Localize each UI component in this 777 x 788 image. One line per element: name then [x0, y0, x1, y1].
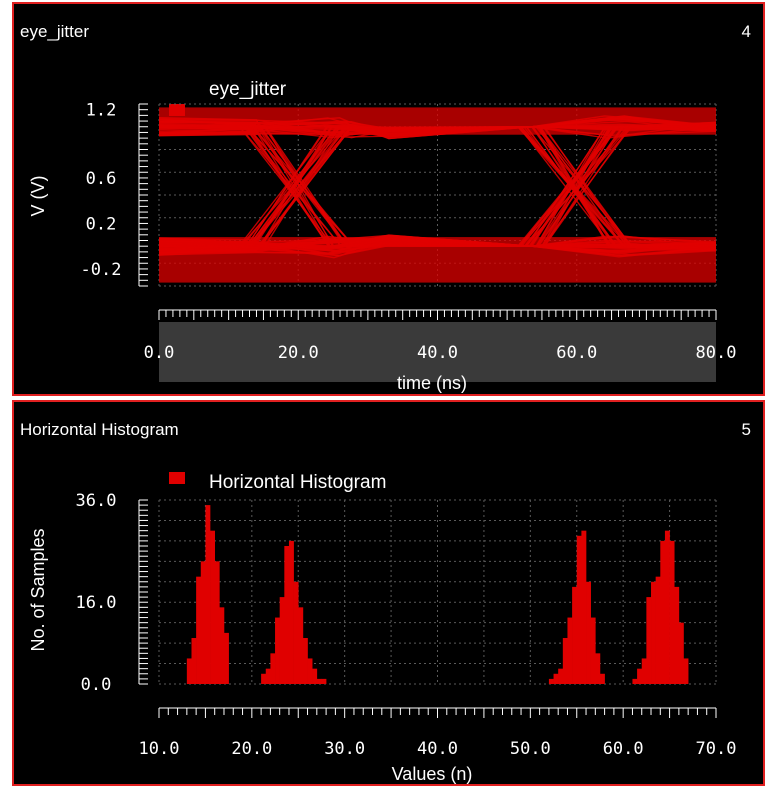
x-tick-label: 0.0 — [144, 343, 175, 363]
x-tick-label: 20.0 — [278, 343, 319, 363]
eye-trace — [158, 117, 717, 247]
y-tick-label: 16.0 — [76, 593, 117, 613]
x-tick-label: 80.0 — [696, 343, 737, 363]
histogram-bar — [548, 678, 554, 684]
histogram-bar — [651, 581, 656, 684]
histogram-bar — [632, 678, 638, 684]
histogram-bar — [200, 561, 206, 684]
y-axis-label: V (V) — [28, 175, 48, 216]
histogram-chart: Horizontal Histogram Values (n) No. of S… — [28, 472, 737, 784]
histogram-bar — [674, 586, 680, 684]
histogram-bar — [275, 617, 280, 684]
histogram-bar — [288, 540, 294, 684]
x-tick-label: 30.0 — [324, 739, 365, 759]
eye-jitter-panel: eye_jitter 4 eye_jitter V (V) 1.2 0.6 0.2-… — [12, 2, 765, 396]
y-tick-label: 0.6 — [86, 169, 117, 189]
histogram-bar — [595, 653, 601, 684]
histogram-panel: Horizontal Histogram 5 Horizontal Histog… — [12, 400, 765, 786]
histogram-bar — [210, 530, 215, 684]
histogram-bar — [284, 546, 290, 684]
x-axis-label: Values (n) — [392, 764, 473, 784]
histogram-bar — [590, 617, 596, 684]
histogram-bar — [664, 530, 670, 684]
histogram-bar — [279, 597, 285, 684]
y-tick-label: -0.2 — [81, 260, 122, 280]
low-level-band — [159, 237, 716, 283]
histogram-bar — [669, 540, 675, 684]
histogram-bar — [655, 576, 661, 684]
x-tick-label: 60.0 — [603, 739, 644, 759]
histogram-bar — [678, 622, 684, 684]
x-tick-label: 60.0 — [556, 343, 597, 363]
eye-trace — [158, 122, 717, 251]
histogram-bar — [191, 638, 197, 684]
histogram-bar — [576, 535, 582, 684]
histogram-bar — [312, 668, 318, 684]
legend-label: Horizontal Histogram — [209, 472, 386, 493]
x-tick-label: 10.0 — [139, 739, 180, 759]
histogram-bar — [641, 658, 647, 684]
histogram-bar — [298, 607, 304, 684]
histogram-bar — [553, 673, 559, 684]
histogram-bar — [637, 668, 643, 684]
histogram-bar — [223, 632, 229, 684]
histogram-bar — [316, 678, 322, 684]
histogram-bar — [219, 607, 225, 684]
high-level-band — [159, 107, 716, 135]
legend-label: eye_jitter — [209, 79, 287, 100]
histogram-bar — [572, 586, 578, 684]
histogram-bar — [558, 668, 564, 684]
eye-trace — [158, 124, 717, 252]
y-tick-label: 0.2 — [86, 214, 117, 234]
y-tick-label: 0.0 — [81, 675, 112, 695]
histogram-bar — [581, 530, 587, 684]
x-tick-label: 40.0 — [417, 343, 458, 363]
y-axis-label: No. of Samples — [28, 528, 48, 651]
histogram-bar — [205, 505, 211, 684]
histogram-bar — [646, 597, 652, 684]
y-tick-label: 1.2 — [86, 101, 117, 121]
eye-trace — [158, 122, 717, 255]
x-tick-label: 70.0 — [696, 739, 737, 759]
y-tick-label: 36.0 — [76, 491, 117, 511]
histogram-bar — [196, 576, 202, 684]
histogram-bar — [307, 658, 313, 684]
histogram-bar — [660, 540, 666, 684]
histogram-bar — [261, 673, 267, 684]
legend-swatch — [169, 472, 185, 484]
x-tick-label: 50.0 — [510, 739, 551, 759]
histogram-bar — [586, 581, 591, 684]
histogram-bar — [270, 653, 276, 684]
histogram-bar — [321, 678, 327, 684]
histogram-bar — [302, 638, 308, 684]
histogram-bar — [265, 668, 271, 684]
eye-trace — [158, 121, 717, 252]
eye-trace — [158, 116, 717, 249]
x-axis-label: time (ns) — [397, 373, 467, 393]
x-tick-label: 20.0 — [231, 739, 272, 759]
eye-diagram-chart: eye_jitter V (V) 1.2 0.6 0.2 -0.2 0.0 20.0 40.… — [28, 79, 737, 393]
x-tick-label: 40.0 — [417, 739, 458, 759]
eye-trace — [158, 118, 717, 247]
histogram-bar — [599, 673, 605, 684]
histogram-bar — [186, 658, 192, 684]
histogram-bar — [567, 617, 573, 684]
histogram-bar — [562, 638, 568, 684]
histogram-bar — [214, 561, 220, 684]
histogram-bar — [683, 658, 689, 684]
histogram-bar — [293, 581, 299, 684]
